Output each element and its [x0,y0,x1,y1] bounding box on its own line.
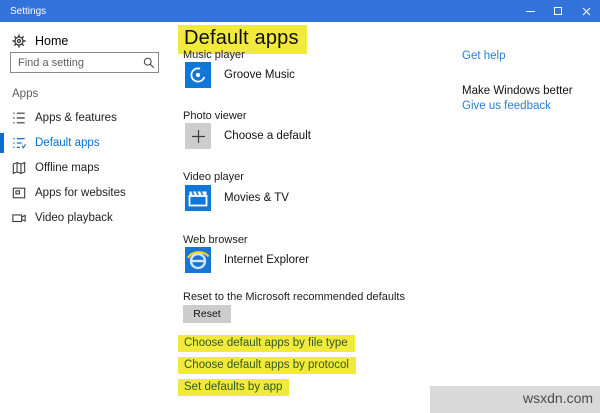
app-name: Movies & TV [224,192,289,204]
link-set-defaults-by-app[interactable]: Set defaults by app [178,379,290,396]
app-name: Choose a default [224,130,311,142]
sidebar-item-video-playback[interactable]: Video playback [0,208,170,228]
maximize-icon [554,7,562,15]
search-input[interactable] [11,56,140,69]
category-label-web-browser: Web browser [183,234,248,246]
search-box[interactable] [10,52,159,73]
reset-description: Reset to the Microsoft recommended defau… [183,291,405,303]
apps-for-websites-icon [12,186,27,200]
apps-features-icon [12,111,27,125]
category-label-photo-viewer: Photo viewer [183,110,247,122]
default-app-music-player[interactable]: Groove Music [185,62,295,88]
groove-music-icon [185,62,211,88]
window-controls [516,0,600,22]
sidebar-item-default-apps[interactable]: Default apps [0,133,170,153]
sidebar-item-label: Video playback [35,212,113,224]
sidebar-item-label: Default apps [35,137,100,149]
category-label-music-player: Music player [183,49,245,61]
window-title: Settings [10,5,47,17]
sidebar-item-label: Apps for websites [35,187,126,199]
page-title: Default apps [184,27,299,49]
maximize-button[interactable] [544,0,572,22]
titlebar: Settings [0,0,600,22]
watermark: wsxdn.com [523,390,594,406]
default-app-video-player[interactable]: Movies & TV [185,185,289,211]
plus-icon [185,123,211,149]
give-feedback-link[interactable]: Give us feedback [462,100,551,112]
sidebar-item-label: Apps & features [35,112,117,124]
sidebar-section-apps: Apps [12,88,39,100]
app-name: Internet Explorer [224,254,310,266]
link-choose-by-protocol[interactable]: Choose default apps by protocol [178,357,356,374]
home-label: Home [35,34,69,48]
app-name: Groove Music [224,69,295,81]
sidebar-item-apps-and-features[interactable]: Apps & features [0,108,170,128]
sidebar-item-offline-maps[interactable]: Offline maps [0,158,170,178]
internet-explorer-icon [185,247,211,273]
gear-icon [12,34,26,48]
make-windows-better-label: Make Windows better [462,85,573,97]
category-label-video-player: Video player [183,171,244,183]
close-button[interactable] [572,0,600,22]
get-help-link[interactable]: Get help [462,50,505,62]
close-icon [582,7,590,15]
default-app-web-browser[interactable]: Internet Explorer [185,247,309,273]
link-choose-by-file-type[interactable]: Choose default apps by file type [178,335,355,352]
reset-button[interactable]: Reset [183,305,231,323]
default-app-photo-viewer[interactable]: Choose a default [185,123,311,149]
sidebar-item-label: Offline maps [35,162,100,174]
minimize-button[interactable] [516,0,544,22]
sidebar-item-home[interactable]: Home [12,34,68,48]
sidebar-item-apps-for-websites[interactable]: Apps for websites [0,183,170,203]
minimize-icon [525,10,535,12]
video-camera-icon [12,211,27,225]
movies-tv-icon [185,185,211,211]
default-apps-icon [12,136,27,150]
search-icon[interactable] [143,57,155,69]
map-icon [12,161,27,175]
